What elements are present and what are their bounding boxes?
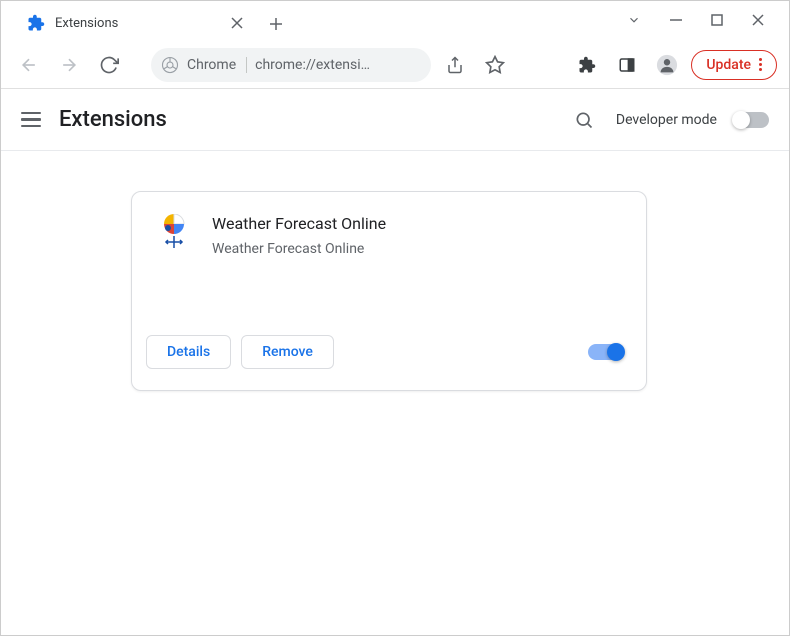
bookmark-star-icon[interactable]	[479, 49, 511, 81]
share-icon[interactable]	[439, 49, 471, 81]
extension-card: Weather Forecast Online Weather Forecast…	[131, 191, 647, 391]
address-url: chrome://extensi…	[255, 57, 370, 73]
extensions-icon[interactable]	[571, 49, 603, 81]
update-label: Update	[706, 57, 751, 73]
side-panel-icon[interactable]	[611, 49, 643, 81]
new-tab-button[interactable]	[261, 9, 291, 39]
menu-dots-icon	[759, 58, 762, 71]
hamburger-menu-icon[interactable]	[21, 112, 41, 128]
address-scheme: Chrome	[187, 57, 236, 73]
developer-mode-toggle[interactable]	[733, 112, 769, 128]
back-button	[13, 49, 45, 81]
chrome-site-icon	[161, 56, 179, 74]
extension-app-icon	[154, 214, 194, 254]
extension-enabled-toggle[interactable]	[588, 344, 624, 360]
extensions-header: Extensions Developer mode	[1, 89, 789, 151]
address-bar[interactable]: Chrome chrome://extensi…	[151, 48, 431, 82]
tab-strip: Extensions	[1, 1, 789, 41]
details-button[interactable]: Details	[146, 335, 231, 369]
developer-mode-label: Developer mode	[616, 112, 717, 128]
page-content: Extensions Developer mode	[1, 89, 789, 391]
browser-tab[interactable]: Extensions	[13, 5, 253, 41]
extension-name: Weather Forecast Online	[212, 214, 386, 233]
update-button[interactable]: Update	[691, 50, 777, 80]
remove-button[interactable]: Remove	[241, 335, 334, 369]
extension-description: Weather Forecast Online	[212, 241, 386, 257]
tab-title: Extensions	[55, 16, 118, 31]
reload-button[interactable]	[93, 49, 125, 81]
page-title: Extensions	[59, 107, 167, 132]
toolbar: Chrome chrome://extensi… Update	[1, 41, 789, 89]
search-icon[interactable]	[568, 104, 600, 136]
extension-puzzle-icon	[27, 14, 45, 32]
profile-avatar-icon[interactable]	[651, 49, 683, 81]
forward-button	[53, 49, 85, 81]
tab-close-icon[interactable]	[231, 17, 243, 29]
